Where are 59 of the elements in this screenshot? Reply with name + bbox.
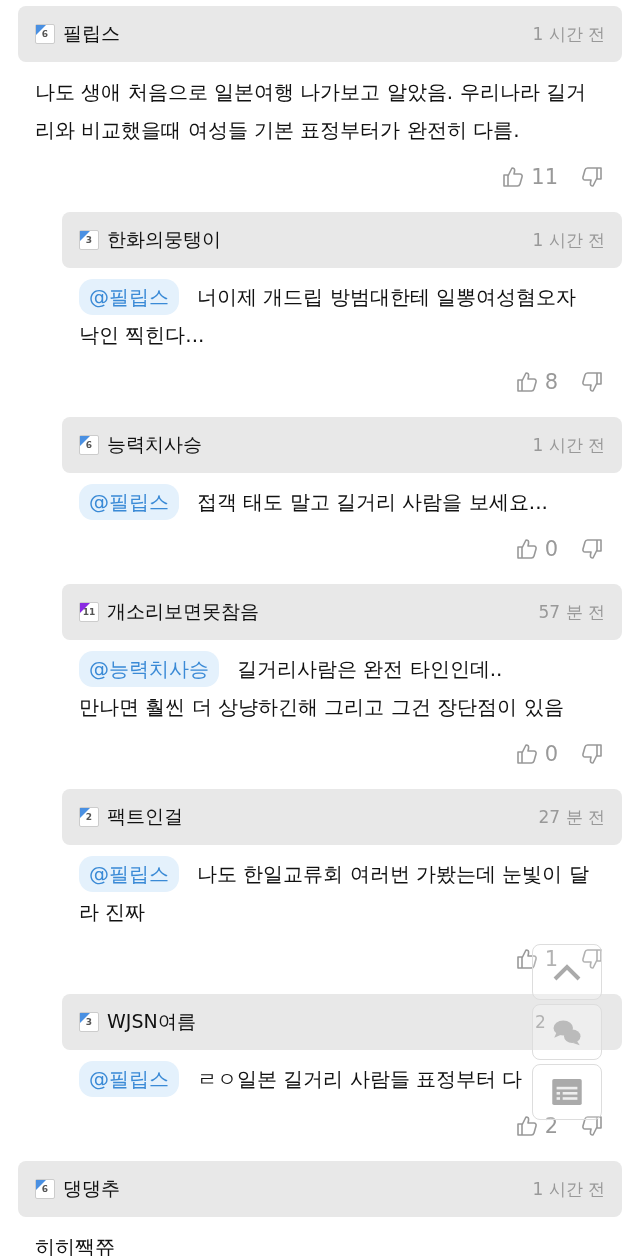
timestamp: 1 시간 전 [532, 22, 605, 46]
chat-bubbles-icon [552, 1018, 582, 1046]
username[interactable]: 필립스 [63, 21, 120, 47]
comment-text: @능력치사승 길거리사람은 완전 타인인데.. 만나면 훨씬 더 상냥하긴해 그리고 그건 장단점이 있음 [79, 650, 592, 726]
dislike-button[interactable] [580, 370, 604, 394]
mention-link[interactable]: @필립스 [79, 1061, 179, 1097]
thumbs-up-icon [514, 947, 539, 971]
level-badge: 11 [79, 602, 99, 622]
like-button[interactable]: 0 [514, 537, 558, 561]
mention-link[interactable]: @능력치사승 [79, 651, 219, 687]
username[interactable]: WJSN여름 [107, 1009, 196, 1035]
comment-text: @필립스 나도 한일교류회 여러번 가봤는데 눈빛이 달라 진짜 [79, 855, 592, 931]
timestamp: 1 시간 전 [532, 228, 605, 252]
dislike-button[interactable] [580, 165, 604, 189]
thumbs-up-icon [514, 370, 539, 394]
timestamp: 2 [535, 1012, 546, 1032]
thumbs-up-icon [514, 537, 539, 561]
mention-link[interactable]: @필립스 [79, 279, 179, 315]
like-button[interactable]: 11 [501, 165, 558, 189]
comments-button[interactable] [532, 1004, 602, 1060]
level-badge: 2 [79, 807, 99, 827]
level-badge: 6 [79, 435, 99, 455]
dislike-button[interactable] [580, 1114, 604, 1138]
username[interactable]: 개소리보면못참음 [107, 599, 259, 625]
comment-text: @필립스 너이제 개드립 방범대한테 일뽕여성혐오자 낙인 찍힌다... [79, 278, 592, 354]
thumbs-down-icon [580, 742, 604, 766]
thumbs-down-icon [580, 165, 604, 189]
thumbs-down-icon [580, 947, 604, 971]
level-badge: 6 [35, 1179, 55, 1199]
dislike-button[interactable] [580, 742, 604, 766]
timestamp: 27 분 전 [538, 805, 605, 829]
username[interactable]: 팩트인걸 [107, 804, 183, 830]
comment-text: @필립스 접객 태도 말고 길거리 사람을 보세요... [79, 483, 592, 521]
thumbs-down-icon [580, 370, 604, 394]
username[interactable]: 댕댕추 [63, 1176, 120, 1202]
thumbs-up-icon [501, 165, 526, 189]
username[interactable]: 한화의뭉탱이 [107, 227, 221, 253]
like-button[interactable]: 0 [514, 742, 558, 766]
timestamp: 57 분 전 [538, 600, 605, 624]
like-button[interactable]: 1 [514, 947, 558, 971]
mention-link[interactable]: @필립스 [79, 856, 179, 892]
thumbs-up-icon [514, 1114, 539, 1138]
dislike-button[interactable] [580, 537, 604, 561]
thumbs-down-icon [580, 537, 604, 561]
like-button[interactable]: 8 [514, 370, 558, 394]
level-badge: 3 [79, 1012, 99, 1032]
scroll-top-button[interactable] [532, 944, 602, 1000]
level-badge: 6 [35, 24, 55, 44]
mention-link[interactable]: @필립스 [79, 484, 179, 520]
comment-text: 나도 생애 처음으로 일본여행 나가보고 알았음. 우리나라 길거리와 비교했을때 여성들 기본 표정부터가 완전히 다름. [34, 79, 587, 144]
username[interactable]: 능력치사승 [107, 432, 202, 458]
thumbs-up-icon [514, 742, 539, 766]
timestamp: 1 시간 전 [532, 433, 605, 457]
list-icon [552, 1079, 582, 1105]
thumbs-down-icon [580, 1114, 604, 1138]
timestamp: 1 시간 전 [532, 1177, 605, 1201]
level-badge: 3 [79, 230, 99, 250]
comment-text: @필립스 ㄹㅇ일본 길거리 사람들 표정부터 다 [79, 1060, 532, 1098]
dislike-button[interactable] [580, 947, 604, 971]
